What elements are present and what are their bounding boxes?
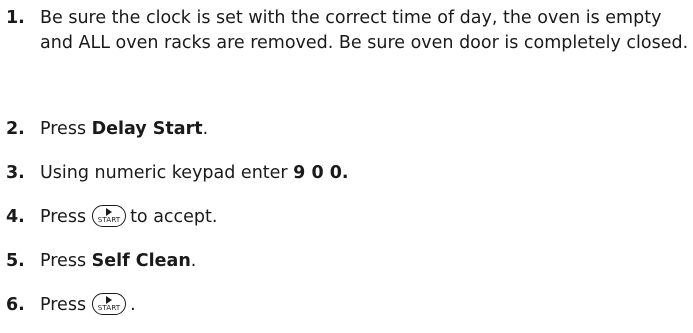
step-number: 4. — [6, 207, 25, 227]
self-clean-label: Self Clean — [91, 251, 191, 271]
delay-start-label: Delay Start — [91, 119, 203, 139]
step-text: Press Self Clean. — [40, 251, 197, 271]
step-5: 5. Press Self Clean. — [6, 249, 690, 274]
step-number: 3. — [6, 163, 25, 183]
start-key-icon: START — [92, 205, 127, 227]
step-text: Using numeric keypad enter 9 0 0. — [40, 163, 349, 183]
step-text: Be sure the clock is set with the correc… — [40, 8, 689, 53]
step-number: 6. — [6, 295, 25, 315]
play-triangle-icon — [106, 296, 113, 304]
play-triangle-icon — [106, 208, 113, 216]
step-number: 1. — [6, 8, 25, 28]
step-2: 2. Press Delay Start. — [6, 117, 690, 142]
step-3: 3. Using numeric keypad enter 9 0 0. — [6, 161, 690, 186]
step-text: Press START to accept. — [40, 205, 218, 227]
start-key-icon: START — [92, 293, 127, 315]
keypad-entry-value: 9 0 0. — [293, 163, 349, 183]
start-key-label: START — [97, 216, 121, 224]
step-1: 1. Be sure the clock is set with the cor… — [6, 6, 690, 56]
step-text: Press START. — [40, 293, 136, 315]
start-key-label: START — [97, 304, 121, 312]
step-number: 5. — [6, 251, 25, 271]
step-4: 4. Press START to accept. — [6, 205, 690, 230]
step-6: 6. Press START. — [6, 293, 690, 318]
step-number: 2. — [6, 119, 25, 139]
step-text: Press Delay Start. — [40, 119, 209, 139]
